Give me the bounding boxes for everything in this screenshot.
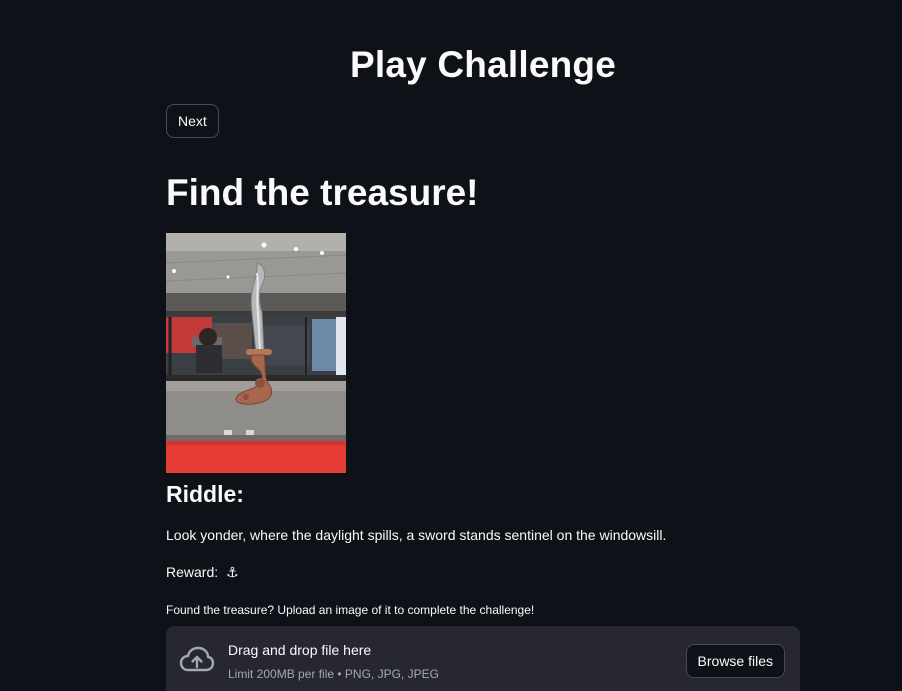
anchor-icon: ⚓ xyxy=(226,564,239,580)
file-dropzone[interactable]: Drag and drop file here Limit 200MB per … xyxy=(166,626,800,691)
treasure-image xyxy=(166,233,346,473)
upload-label: Found the treasure? Upload an image of i… xyxy=(166,603,535,617)
reward-line: Reward: ⚓ xyxy=(166,564,239,581)
riddle-heading: Riddle: xyxy=(166,481,244,507)
drop-limit-text: Limit 200MB per file • PNG, JPG, JPEG xyxy=(228,667,439,681)
reward-label: Reward: xyxy=(166,564,219,580)
riddle-text: Look yonder, where the daylight spills, … xyxy=(166,527,667,543)
browse-files-button[interactable]: Browse files xyxy=(685,644,785,678)
cloud-upload-icon xyxy=(179,646,215,674)
next-button[interactable]: Next xyxy=(166,104,219,138)
page: Play Challenge Next Find the treasure! R… xyxy=(0,0,902,691)
challenge-title: Find the treasure! xyxy=(166,172,479,213)
drop-title: Drag and drop file here xyxy=(228,642,372,658)
page-title: Play Challenge xyxy=(349,44,616,85)
